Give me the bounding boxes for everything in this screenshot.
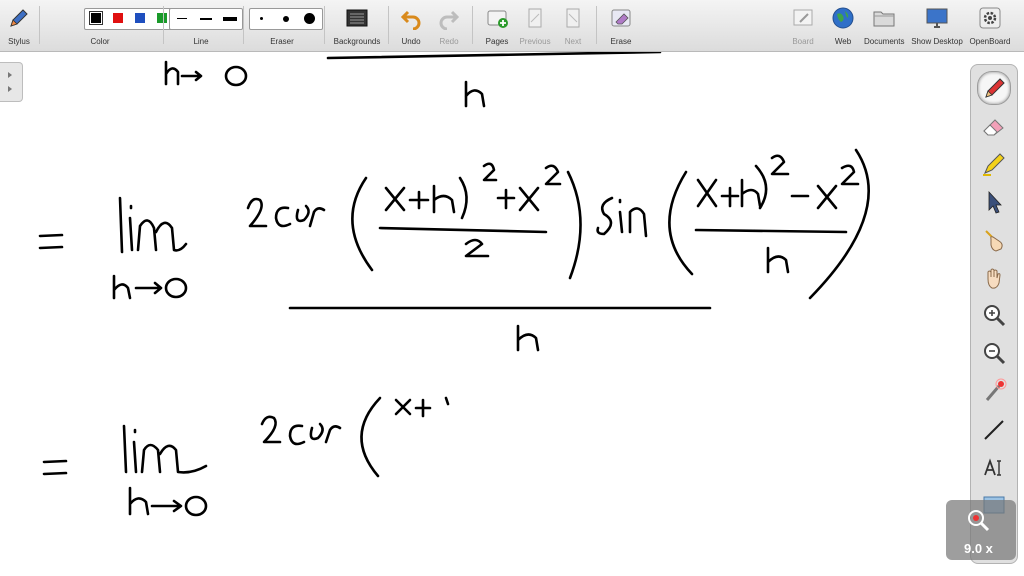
previous-label: Previous [519, 37, 551, 46]
redo-label: Redo [439, 37, 459, 46]
hand-tool-button[interactable] [979, 263, 1009, 293]
line-width-selector [169, 8, 243, 30]
line-medium-button[interactable] [194, 9, 218, 29]
globe-icon [832, 7, 854, 29]
color-group: Color [40, 0, 198, 52]
web-button[interactable]: Web [826, 0, 860, 52]
eraser-tool-button[interactable] [979, 111, 1009, 141]
selector-tool-button[interactable] [979, 187, 1009, 217]
next-page-icon [566, 8, 580, 28]
redo-button[interactable]: Redo [434, 0, 464, 52]
separator [472, 6, 473, 44]
documents-label: Documents [864, 37, 905, 46]
pages-button[interactable]: Pages [480, 0, 514, 52]
backgrounds-label: Backgrounds [333, 37, 381, 46]
eraser-label: Eraser [270, 37, 294, 46]
separator [596, 6, 597, 44]
stylus-icon [10, 9, 28, 27]
backgrounds-button[interactable]: Backgrounds [330, 0, 384, 52]
undo-icon [400, 10, 421, 30]
eraser-tool-icon [983, 119, 1004, 136]
web-label: Web [834, 37, 852, 46]
openboard-label: OpenBoard [969, 37, 1011, 46]
eraser-group: Eraser [245, 0, 323, 52]
highlighter-tool-button[interactable] [979, 149, 1009, 179]
left-panel-toggle[interactable] [0, 62, 23, 102]
eraser-size-selector [249, 8, 323, 30]
handwriting-stroke [42, 396, 450, 517]
openboard-menu-button[interactable]: OpenBoard [966, 0, 1014, 52]
stylus-button[interactable]: Stylus [4, 0, 34, 52]
erase-icon [611, 9, 631, 27]
desktop-icon [926, 8, 948, 28]
text-tool-button[interactable] [979, 453, 1009, 483]
tool-palette [970, 64, 1018, 564]
color-label: Color [90, 37, 110, 46]
folder-icon [873, 11, 895, 27]
eraser-medium-button[interactable] [274, 9, 298, 29]
stylus-label: Stylus [8, 37, 30, 46]
eraser-large-button[interactable] [298, 9, 322, 29]
pages-label: Pages [485, 37, 509, 46]
redo-icon [439, 10, 460, 30]
color-swatch-red[interactable] [113, 13, 123, 23]
undo-label: Undo [401, 37, 421, 46]
erase-label: Erase [610, 37, 632, 46]
interactor-tool-button[interactable] [979, 225, 1009, 255]
next-page-button[interactable]: Next [556, 0, 590, 52]
selector-arrow-icon [988, 190, 1002, 214]
zoom-in-tool-button[interactable] [979, 301, 1009, 331]
interactor-hand-icon [985, 230, 1003, 252]
separator [243, 6, 244, 44]
zoom-out-icon [984, 343, 1006, 365]
handwriting-stroke [246, 148, 870, 352]
separator [324, 6, 325, 44]
color-swatch-black[interactable] [89, 11, 103, 25]
line-tool-icon [984, 420, 1004, 440]
board-canvas[interactable] [0, 52, 1024, 576]
line-thick-button[interactable] [218, 9, 242, 29]
chevron-right-icon [8, 72, 12, 92]
separator [163, 6, 164, 44]
show-desktop-button[interactable]: Show Desktop [910, 0, 964, 52]
highlighter-icon [983, 153, 1005, 176]
pen-tool-button[interactable] [977, 71, 1011, 105]
hand-pan-icon [987, 268, 1001, 289]
add-page-icon [487, 10, 508, 28]
show-desktop-label: Show Desktop [911, 37, 963, 46]
laser-pointer-icon [985, 378, 1007, 401]
undo-button[interactable]: Undo [396, 0, 426, 52]
zoom-level: 9.0 x [964, 541, 993, 556]
line-group: Line [165, 0, 243, 52]
previous-page-icon [528, 8, 542, 28]
pen-icon [985, 78, 1005, 98]
handwriting-stroke [164, 52, 662, 108]
erase-button[interactable]: Erase [604, 0, 638, 52]
board-label: Board [792, 37, 814, 46]
zoom-indicator: 9.0 x [946, 500, 1016, 560]
zoom-out-tool-button[interactable] [979, 339, 1009, 369]
documents-button[interactable]: Documents [864, 0, 904, 52]
line-thin-button[interactable] [170, 9, 194, 29]
line-label: Line [193, 37, 209, 46]
laser-pointer-tool-button[interactable] [979, 377, 1009, 407]
color-swatch-blue[interactable] [135, 13, 145, 23]
handwriting-stroke [38, 196, 188, 300]
backgrounds-icon [346, 9, 368, 27]
main-toolbar: Stylus Color Line Eraser Backgrounds Und… [0, 0, 1024, 52]
gear-icon [979, 7, 1001, 29]
zoom-in-icon [984, 305, 1006, 327]
board-button[interactable]: Board [786, 0, 820, 52]
eraser-small-button[interactable] [250, 9, 274, 29]
line-tool-button[interactable] [979, 415, 1009, 445]
previous-page-button[interactable]: Previous [518, 0, 552, 52]
board-icon [793, 9, 813, 26]
text-tool-icon [984, 458, 1001, 476]
next-label: Next [564, 37, 582, 46]
magnifier-icon [968, 510, 990, 532]
separator [388, 6, 389, 44]
